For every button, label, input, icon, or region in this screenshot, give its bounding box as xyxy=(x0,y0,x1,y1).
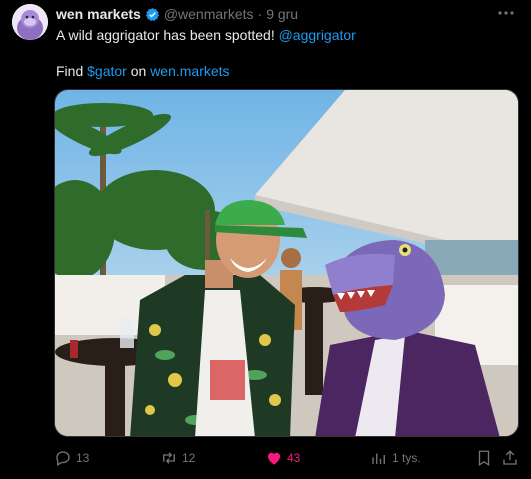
tweet-actions: 13 12 43 1 tys. xyxy=(54,446,519,470)
like-count: 43 xyxy=(287,451,301,465)
repost-count: 12 xyxy=(182,451,196,465)
tweet-line-2-prefix: Find xyxy=(56,63,88,79)
repost-button[interactable]: 12 xyxy=(160,446,195,470)
views-button[interactable]: 1 tys. xyxy=(370,446,421,470)
views-count: 1 tys. xyxy=(392,451,421,465)
tweet-text: A wild aggrigator has been spotted! @agg… xyxy=(56,26,516,80)
author-name[interactable]: wen markets xyxy=(56,6,141,22)
tweet-line-2-middle: on xyxy=(126,63,151,79)
author-handle[interactable]: @wenmarkets xyxy=(164,6,254,22)
gorilla-avatar-icon xyxy=(12,4,48,40)
share-icon[interactable] xyxy=(501,446,519,470)
like-button[interactable]: 43 xyxy=(265,446,300,470)
reply-icon xyxy=(56,451,70,466)
website-link[interactable]: wen.markets xyxy=(150,63,229,79)
views-chart-icon xyxy=(372,453,385,464)
party-photo-image xyxy=(55,90,518,436)
repost-icon xyxy=(163,452,175,464)
reply-button[interactable]: 13 xyxy=(54,446,89,470)
mention-link[interactable]: @aggrigator xyxy=(279,27,356,43)
author-avatar[interactable] xyxy=(12,4,48,40)
tweet-photo[interactable] xyxy=(54,89,519,437)
reply-count: 13 xyxy=(76,451,90,465)
separator-dot: · xyxy=(257,6,263,22)
verified-badge-icon xyxy=(145,7,159,21)
tweet-header: wen markets @wenmarkets · 9 gru xyxy=(56,5,298,23)
heart-filled-icon xyxy=(268,452,280,465)
more-options-icon[interactable] xyxy=(497,6,515,20)
tweet-timestamp[interactable]: 9 gru xyxy=(266,6,298,22)
cashtag-link[interactable]: $gator xyxy=(87,63,127,79)
bookmark-icon[interactable] xyxy=(475,446,493,470)
tweet-line-1-text: A wild aggrigator has been spotted! xyxy=(56,27,279,43)
